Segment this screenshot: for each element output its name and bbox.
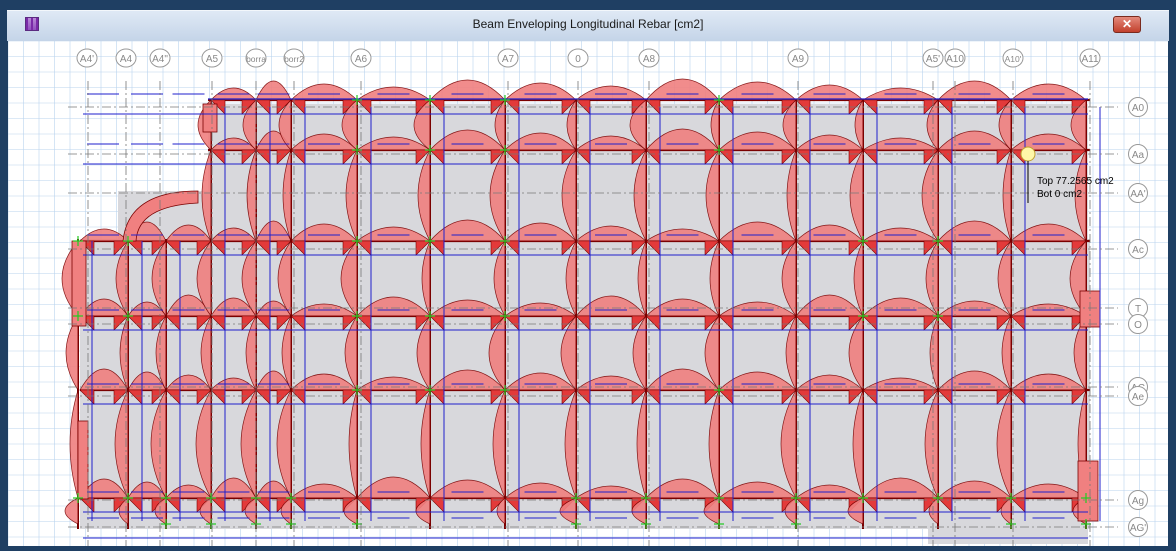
top-grid-label: A6 <box>350 48 372 68</box>
plan-view-svg[interactable]: A4' A4 A4" A5 borra borr2 A6 A7 0 A8 A9 A5' A10 A10' A… <box>8 41 1168 546</box>
top-grid-label: A9 <box>787 48 809 68</box>
top-grid-label: A5' <box>922 48 944 68</box>
grid-label-text: borra <box>246 54 266 64</box>
grid-label-text: A0 <box>1132 103 1145 114</box>
grid-label-text: A5 <box>206 54 219 65</box>
grid-label-text: Aa <box>1132 150 1145 161</box>
close-icon: ✕ <box>1121 17 1133 31</box>
grid-label-text: AA' <box>1130 189 1145 200</box>
grid-label-text: A4 <box>120 54 133 65</box>
top-grid-label: A11 <box>1079 48 1101 68</box>
grid-label-text: Ac <box>1132 245 1144 256</box>
grid-label-text: A6 <box>355 54 368 65</box>
edge-beam-block <box>71 240 87 327</box>
right-grid-label: AG' <box>1128 517 1148 537</box>
top-grid-label: A4' <box>76 48 98 68</box>
beam-envelope-top <box>718 81 797 101</box>
top-grid-label: 0 <box>567 48 589 68</box>
right-grid-label: Aa <box>1128 144 1148 164</box>
top-grid-label: A8 <box>638 48 660 68</box>
beam-envelope-side <box>64 497 79 525</box>
grid-label-text: AG' <box>1130 523 1146 534</box>
grid-label-text: A4' <box>80 54 94 65</box>
grid-label-text: 0 <box>575 54 581 65</box>
top-grid-label: A10' <box>1002 48 1024 68</box>
tooltip-pointer <box>1020 146 1036 162</box>
grid-label-text: A4" <box>152 54 168 65</box>
right-grid-label: Ag <box>1128 490 1148 510</box>
top-grid-label: A4 <box>115 48 137 68</box>
top-grid-label: A5 <box>201 48 223 68</box>
tooltip-top-value: Top 77.2565 cm2 <box>1037 176 1114 187</box>
grid-label-text: A11 <box>1081 54 1098 65</box>
right-grid-label: A0 <box>1128 97 1148 117</box>
right-grid-label: Ac <box>1128 239 1148 259</box>
beam-envelope-side <box>69 389 79 499</box>
top-grid-label: A7 <box>497 48 519 68</box>
plan-view-canvas[interactable]: A4' A4 A4" A5 borra borr2 A6 A7 0 A8 A9 A5' A10 A10' A… <box>8 41 1168 546</box>
grid-label-text: O <box>1134 320 1142 331</box>
right-grid-label: Ae <box>1128 386 1148 406</box>
grid-label-text: A9 <box>792 54 805 65</box>
beam-envelope-top <box>575 85 647 101</box>
grid-label-text: Ag <box>1132 496 1144 507</box>
right-grid-label: O <box>1128 314 1148 334</box>
top-grid-label: A10 <box>944 48 966 68</box>
grid-label-text: A10' <box>1005 54 1022 64</box>
right-grid-label: AA' <box>1128 183 1148 203</box>
beam-envelope-top <box>290 83 358 101</box>
top-grid-label: borr2 <box>283 48 305 68</box>
tooltip-bot-value: Bot 0 cm2 <box>1037 189 1082 200</box>
beam-envelope-top <box>1010 83 1087 101</box>
edge-beam-block <box>77 420 89 500</box>
top-grid-label: A4" <box>149 48 171 68</box>
beam-envelope-top <box>255 80 292 101</box>
grid-label-text: Ae <box>1132 392 1145 403</box>
grid-label-text: A5' <box>926 54 940 65</box>
edge-beam-block <box>202 103 218 133</box>
beam-envelope-top <box>645 78 720 101</box>
beam-envelope-side <box>65 314 79 392</box>
beam-envelope-top <box>429 79 506 101</box>
grid-label-text: A8 <box>643 54 656 65</box>
grid-label-text: T <box>1135 304 1141 315</box>
top-grid-label: borra <box>245 48 267 68</box>
title-bar[interactable]: Beam Enveloping Longitudinal Rebar [cm2]… <box>7 10 1169 41</box>
beam-envelope-top <box>504 82 577 101</box>
app-window: Beam Enveloping Longitudinal Rebar [cm2]… <box>0 0 1176 551</box>
close-button[interactable]: ✕ <box>1113 16 1141 33</box>
window-title: Beam Enveloping Longitudinal Rebar [cm2] <box>472 17 704 31</box>
grid-label-text: borr2 <box>284 54 304 64</box>
grid-label-text: A7 <box>502 54 515 65</box>
right-grid-labels: A0AaAA'AcTOACAeAgAG' <box>1128 97 1148 537</box>
grid-label-text: A10 <box>946 54 964 65</box>
top-grid-labels: A4' A4 A4" A5 borra borr2 A6 A7 0 A8 A9 A5' A10 A10' A… <box>76 48 1101 68</box>
